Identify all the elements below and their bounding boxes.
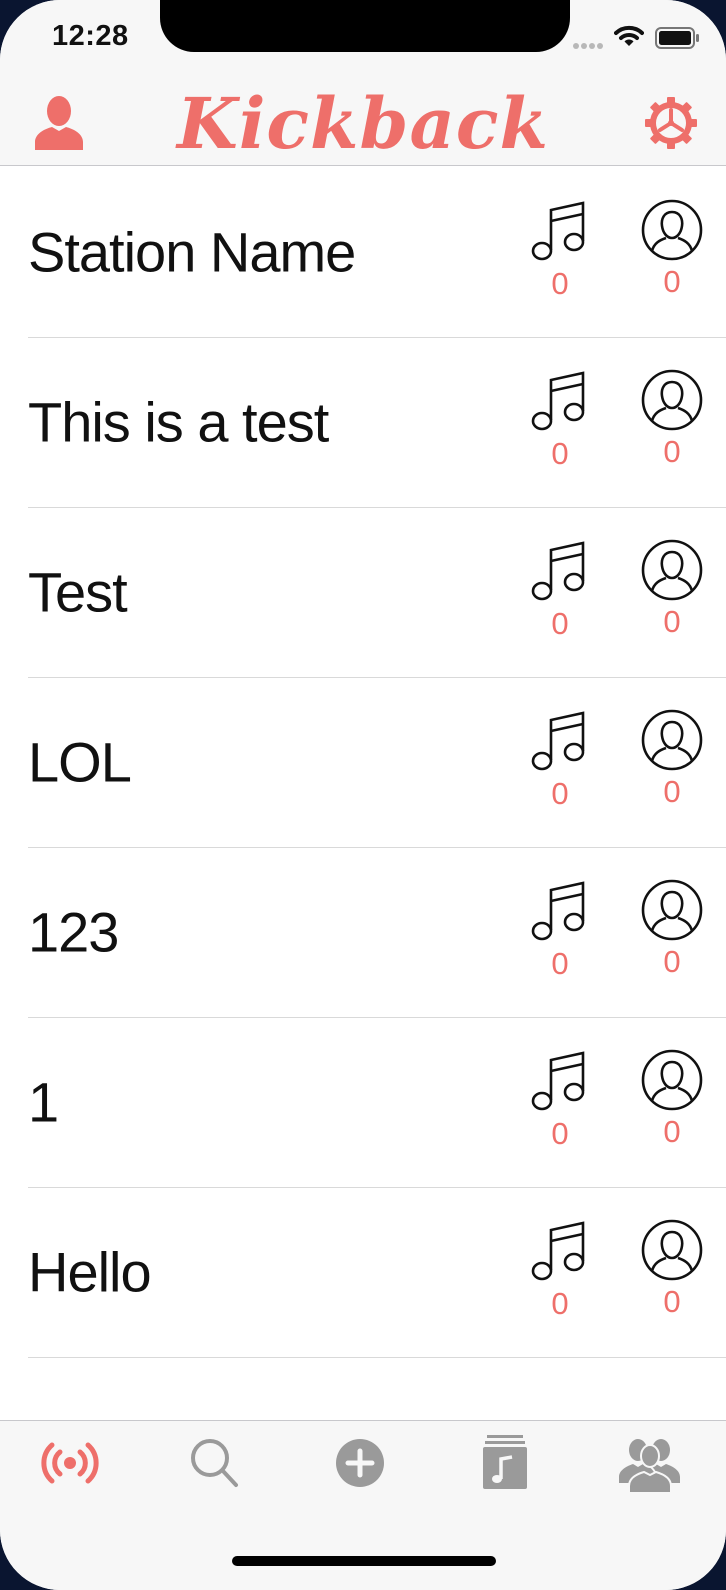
station-name: This is a test xyxy=(28,390,329,454)
station-name: 1 xyxy=(28,1070,59,1134)
tab-music-library[interactable] xyxy=(470,1433,540,1493)
person-circle-icon xyxy=(641,709,703,771)
station-row[interactable]: This is a test 0 0 xyxy=(0,336,726,508)
status-bar: 12:28 xyxy=(0,0,726,86)
notch xyxy=(160,0,570,52)
settings-button[interactable] xyxy=(644,96,698,150)
tab-people[interactable] xyxy=(615,1433,685,1493)
home-indicator[interactable] xyxy=(232,1556,496,1566)
status-time: 12:28 xyxy=(52,20,129,52)
station-name: Hello xyxy=(28,1240,152,1304)
gear-icon xyxy=(645,97,697,149)
phone-screen: 12:28 Kickback Station Name 0 0 This is … xyxy=(0,0,726,1590)
listener-count: 0 xyxy=(663,774,681,809)
song-count-stat: 0 xyxy=(520,368,600,472)
song-count-stat: 0 xyxy=(520,878,600,982)
listener-count-stat: 0 xyxy=(632,1048,712,1150)
person-circle-icon xyxy=(641,879,703,941)
listener-count-stat: 0 xyxy=(632,368,712,470)
station-name: 123 xyxy=(28,900,119,964)
station-row[interactable]: Hello 0 0 xyxy=(0,1186,726,1358)
song-count-stat: 0 xyxy=(520,538,600,642)
station-row[interactable]: 123 0 0 xyxy=(0,846,726,1018)
listener-count-stat: 0 xyxy=(632,878,712,980)
music-note-icon xyxy=(531,371,585,431)
station-row[interactable]: 1 0 0 xyxy=(0,1016,726,1188)
station-row[interactable]: Test 0 0 xyxy=(0,506,726,678)
broadcast-icon xyxy=(41,1442,99,1484)
listener-count: 0 xyxy=(663,944,681,979)
song-count: 0 xyxy=(551,1286,569,1321)
person-circle-icon xyxy=(641,199,703,261)
people-icon xyxy=(619,1439,680,1493)
row-divider xyxy=(28,1357,726,1358)
song-count-stat: 0 xyxy=(520,198,600,302)
listener-count: 0 xyxy=(663,264,681,299)
person-circle-icon xyxy=(641,1049,703,1111)
station-list[interactable]: Station Name 0 0 This is a test 0 0 Test… xyxy=(0,166,726,1420)
listener-count-stat: 0 xyxy=(632,198,712,300)
music-library-icon xyxy=(483,1435,527,1489)
station-row[interactable]: LOL 0 0 xyxy=(0,676,726,848)
listener-count-stat: 0 xyxy=(632,708,712,810)
song-count-stat: 0 xyxy=(520,708,600,812)
music-note-icon xyxy=(531,1051,585,1111)
tab-search[interactable] xyxy=(180,1433,250,1493)
song-count: 0 xyxy=(551,436,569,471)
music-note-icon xyxy=(531,541,585,601)
cellular-signal-icon xyxy=(573,43,603,49)
battery-icon xyxy=(655,27,699,49)
add-circle-icon xyxy=(336,1439,384,1487)
station-row[interactable]: Station Name 0 0 xyxy=(0,166,726,338)
station-name: LOL xyxy=(28,730,132,794)
navigation-bar: Kickback xyxy=(0,82,726,166)
song-count-stat: 0 xyxy=(520,1048,600,1152)
listener-count-stat: 0 xyxy=(632,538,712,640)
person-circle-icon xyxy=(641,369,703,431)
tab-add-circle[interactable] xyxy=(325,1433,395,1493)
wifi-icon xyxy=(614,25,644,46)
app-title: Kickback xyxy=(177,82,549,165)
listener-count: 0 xyxy=(663,434,681,469)
song-count: 0 xyxy=(551,266,569,301)
song-count: 0 xyxy=(551,1116,569,1151)
song-count: 0 xyxy=(551,776,569,811)
listener-count: 0 xyxy=(663,1284,681,1319)
music-note-icon xyxy=(531,201,585,261)
listener-count: 0 xyxy=(663,604,681,639)
music-note-icon xyxy=(531,711,585,771)
music-note-icon xyxy=(531,881,585,941)
station-name: Test xyxy=(28,560,128,624)
song-count: 0 xyxy=(551,606,569,641)
song-count-stat: 0 xyxy=(520,1218,600,1322)
music-note-icon xyxy=(531,1221,585,1281)
song-count: 0 xyxy=(551,946,569,981)
search-icon xyxy=(191,1439,238,1487)
person-circle-icon xyxy=(641,539,703,601)
person-circle-icon xyxy=(641,1219,703,1281)
tab-broadcast[interactable] xyxy=(35,1433,105,1493)
listener-count-stat: 0 xyxy=(632,1218,712,1320)
station-name: Station Name xyxy=(28,220,356,284)
listener-count: 0 xyxy=(663,1114,681,1149)
